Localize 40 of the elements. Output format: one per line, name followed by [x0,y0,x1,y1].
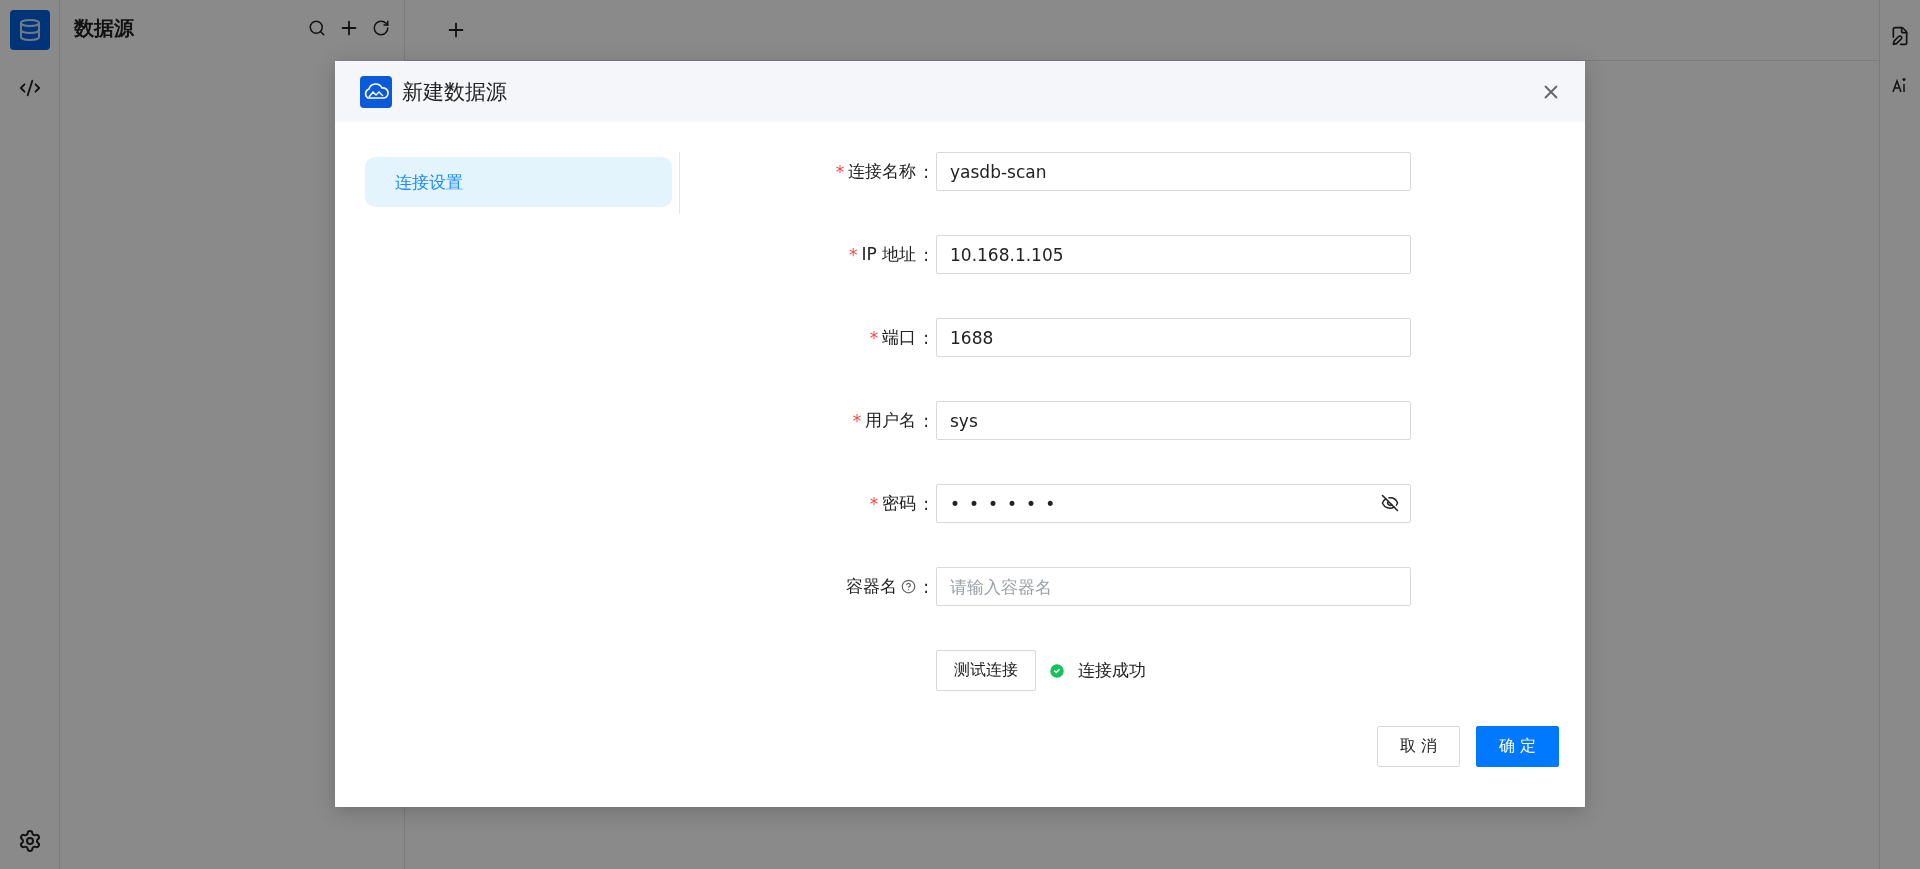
required-mark: * [849,244,858,265]
required-mark: * [869,327,879,348]
input-field[interactable]: 10.168.1.105 [936,235,1411,274]
cancel-button[interactable]: 取 消 [1376,726,1460,767]
ai-sparkle-icon[interactable] [1891,76,1909,94]
field-label: 容器名 [846,575,898,598]
code-icon [18,77,41,99]
label-colon: : [923,161,929,182]
note-icon[interactable] [1890,26,1910,46]
required-mark: * [852,410,862,431]
database-icon [17,18,42,42]
required-mark: * [869,493,879,514]
input-field[interactable]: 请输入容器名 [936,567,1411,606]
search-icon[interactable] [308,19,326,37]
settings-icon[interactable] [17,829,42,853]
label-colon: : [923,244,929,265]
eye-off-icon[interactable] [1381,494,1399,512]
field-label: 端口 [882,326,917,349]
help-icon[interactable] [901,579,917,594]
dialog-title: 新建数据源 [402,78,508,106]
field-label: 密码 [882,492,917,515]
label-colon: : [923,493,929,514]
connection-status: 连接成功 [1078,659,1146,682]
refresh-icon[interactable] [372,19,390,37]
input-field[interactable]: sys [936,401,1411,440]
panel-title: 数据源 [74,14,135,42]
confirm-button[interactable]: 确 定 [1475,726,1559,767]
field-label: IP 地址 [861,243,917,266]
input-field[interactable]: yasdb-scan [936,152,1411,191]
input-field[interactable]: 1688 [936,318,1411,357]
test-connection-button[interactable]: 测试连接 [936,650,1036,691]
cloud-logo-icon [360,75,392,108]
label-colon: : [923,576,929,597]
required-mark: * [835,161,845,182]
label-colon: : [923,410,929,431]
field-label: 连接名称 [848,160,917,183]
password-field[interactable]: •••••• [936,484,1411,523]
rail-button[interactable] [9,10,50,50]
field-label: 用户名 [865,409,917,432]
label-colon: : [923,327,929,348]
